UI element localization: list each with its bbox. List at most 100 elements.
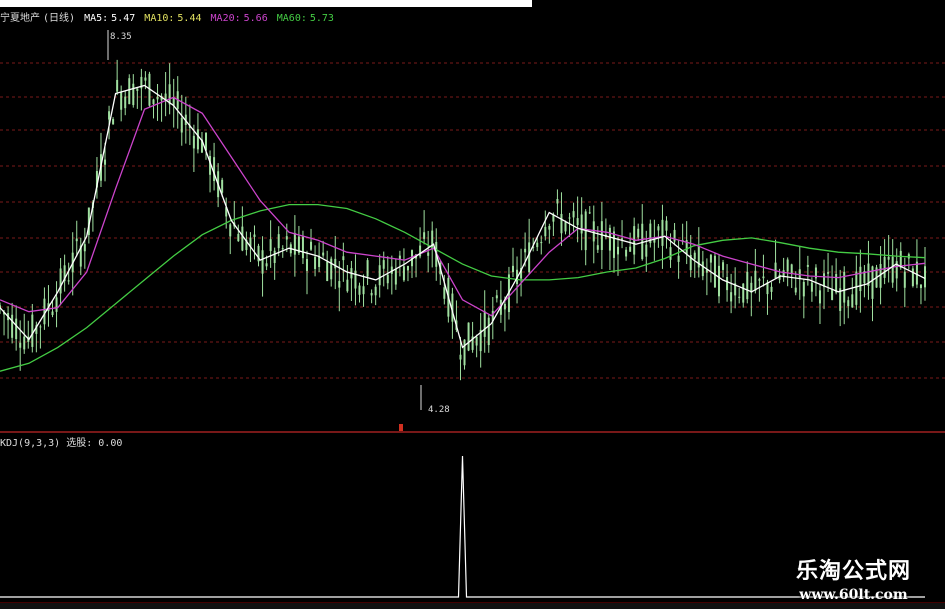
candle-body [726,277,729,291]
candle-body [924,266,926,288]
candle-body [237,233,240,242]
candle-body [891,256,894,283]
candle-body [423,232,426,239]
candle-body [596,245,599,250]
candle-body [612,231,615,258]
candle-body [568,217,571,219]
candle-body [443,287,446,299]
candle-body [338,281,341,288]
candle-body [293,233,296,255]
kdj-signal-line [0,455,925,598]
candle-body [362,286,365,295]
candle-body [528,242,531,272]
candle-body [556,198,559,204]
candle-body [11,314,14,338]
candle-body [459,354,462,360]
kline-chart[interactable] [0,0,945,609]
candle-body [382,260,385,269]
candle-body [301,236,304,259]
candle-body [386,274,389,284]
candle-body [762,276,765,279]
candle-body [277,234,280,249]
candle-body [625,249,628,257]
candle-body [19,342,22,348]
candle-body [322,252,325,256]
candle-body [104,159,107,165]
candle-body [124,96,127,109]
candle-body [701,261,704,277]
candle-body [770,286,773,292]
candle-body [903,271,906,288]
candle-body [717,265,720,297]
candle-body [802,281,805,297]
candle-body [806,264,809,267]
candle-body [467,322,470,351]
candle-body [835,273,838,293]
ma10-value: 5.44 [177,13,202,24]
candle-body [588,212,591,214]
candle-body [229,224,232,237]
candle-body [116,79,119,92]
candle-body [398,255,401,260]
candle-body [346,279,349,292]
candle-body [59,268,62,294]
watermark: 乐淘公式网 www.60lt.com [796,553,911,603]
candle-body [911,268,914,287]
candle-body [823,273,826,287]
candle-body [746,271,749,300]
kdj-label: KDJ(9,3,3) 选股: [0,438,93,449]
ma20-label: MA20: [210,13,241,24]
candle-body [475,336,478,346]
candle-body [738,296,741,298]
candle-body [241,226,244,251]
candle-body [427,252,430,256]
candle-body [358,285,361,295]
candle-body [758,279,761,281]
candle-body [637,228,640,238]
candle-body [378,265,381,286]
candle-body [592,221,595,242]
candle-body [83,244,86,252]
candle-body [742,283,745,303]
stock-name: 宁夏地产 [0,13,40,24]
candle-body [15,318,18,340]
candle-body [754,270,757,291]
candle-body [265,263,268,267]
current-marker [399,424,403,431]
candle-body [576,218,579,226]
candle-body [261,250,264,274]
candle-body [156,96,159,100]
candle-body [51,311,54,316]
candle-body [55,297,58,312]
candle-body [495,295,498,299]
ma5-value: 5.47 [111,13,136,24]
candle-body [487,317,490,346]
candle-body [730,292,733,302]
high-price-label: 8.35 [110,32,132,42]
candle-body [709,254,712,263]
candle-body [818,290,821,304]
candle-body [851,294,854,308]
candle-body [617,246,620,255]
candle-body [314,256,317,269]
candle-body [354,270,357,289]
candle-body [213,157,216,182]
candle-body [713,255,716,288]
candle-body [23,336,26,350]
candle-body [483,311,486,337]
candle-body [560,213,563,234]
candle-body [794,287,797,293]
candle-body [281,248,284,250]
candle-body [665,220,668,231]
candle-body [75,238,78,242]
candle-body [608,227,611,251]
candle-body [899,250,902,268]
candle-body [192,135,195,149]
ma10-label: MA10: [144,13,175,24]
candle-body [310,241,313,250]
candle-body [831,288,834,300]
candle-body [221,179,224,193]
candle-body [524,248,527,253]
low-price-label: 4.28 [428,405,450,415]
candle-body [661,219,664,246]
